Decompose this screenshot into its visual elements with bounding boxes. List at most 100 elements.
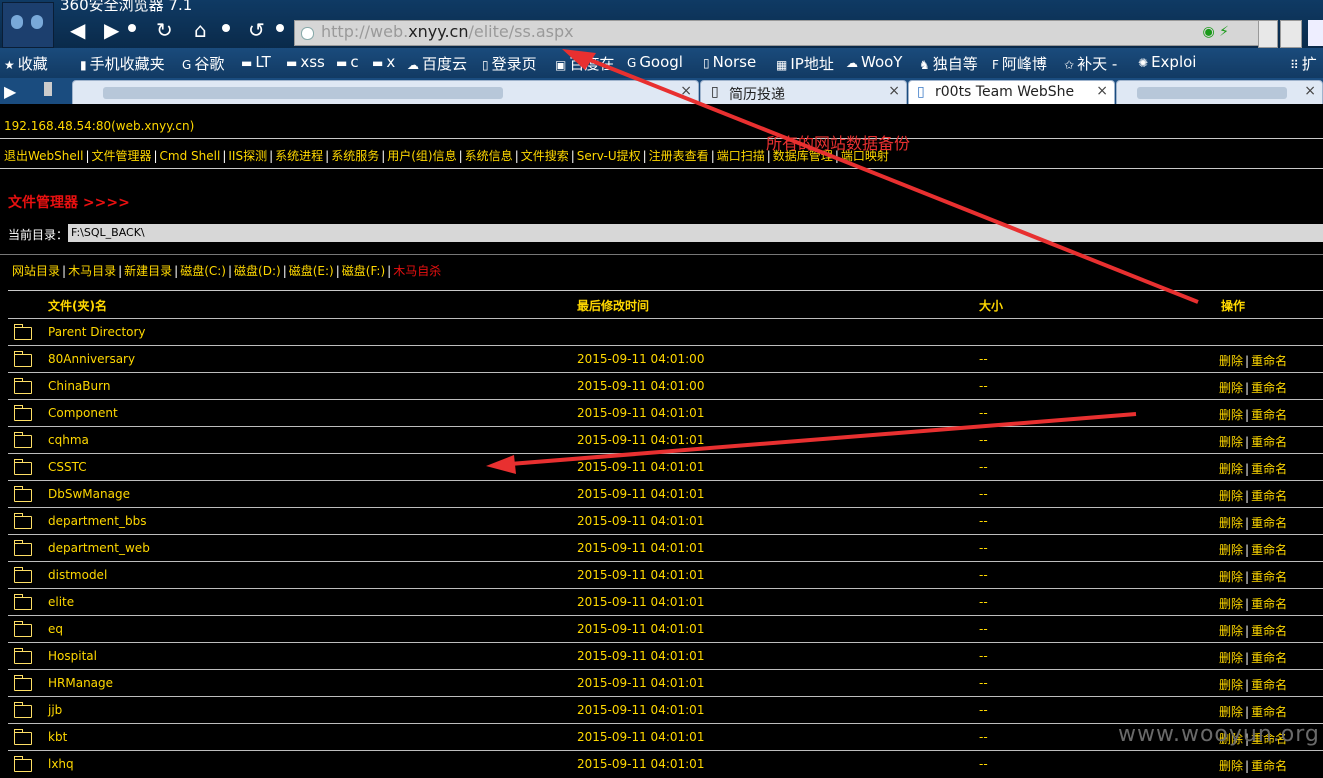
bookmark-butian[interactable]: ✩ 补天 - xyxy=(1064,53,1117,74)
bookmark-ip[interactable]: ▦ IP地址 xyxy=(776,53,834,74)
folder-name-link[interactable]: Parent Directory xyxy=(48,325,146,339)
bookmark-google[interactable]: G 谷歌 xyxy=(182,53,224,74)
self-destruct-link[interactable]: 木马自杀 xyxy=(393,264,441,278)
bookmark-x[interactable]: ▬ x xyxy=(372,53,395,71)
menu-item[interactable]: 端口扫描 xyxy=(717,149,765,163)
bookmark-exploit[interactable]: ✺ Exploi xyxy=(1138,53,1196,71)
close-icon[interactable]: × xyxy=(680,83,692,99)
bookmark-mobile[interactable]: ▮ 手机收藏夹 xyxy=(80,53,165,74)
menu-item[interactable]: 文件搜索 xyxy=(521,149,569,163)
tab-blurred-1[interactable]: × xyxy=(72,80,699,105)
bookmark-norse[interactable]: ▯ Norse xyxy=(703,53,756,71)
tab-webshell[interactable]: ▯ r00ts Team WebShe × xyxy=(908,80,1115,105)
folder-name-link[interactable]: lxhq xyxy=(48,757,74,771)
tab-list-icon[interactable] xyxy=(44,82,52,96)
undo-icon[interactable]: ↺ xyxy=(248,19,265,41)
tab-blurred-2[interactable]: × xyxy=(1116,80,1323,105)
menu-item[interactable]: 退出WebShell xyxy=(4,149,83,163)
rename-link[interactable]: 重命名 xyxy=(1251,435,1287,449)
rename-link[interactable]: 重命名 xyxy=(1251,543,1287,557)
close-icon[interactable]: × xyxy=(1096,83,1108,99)
bookmark-duzi[interactable]: ♞ 独自等 xyxy=(919,53,978,74)
folder-name-link[interactable]: department_web xyxy=(48,541,150,555)
menu-item[interactable]: 注册表查看 xyxy=(649,149,709,163)
folder-name-link[interactable]: 80Anniversary xyxy=(48,352,135,366)
folder-name-link[interactable]: Hospital xyxy=(48,649,97,663)
folder-name-link[interactable]: distmodel xyxy=(48,568,107,582)
bookmark-afeng[interactable]: F 阿峰博 xyxy=(992,53,1047,74)
folder-name-link[interactable]: cqhma xyxy=(48,433,89,447)
rename-link[interactable]: 重命名 xyxy=(1251,570,1287,584)
bookmark-lt[interactable]: ▬ LT xyxy=(241,53,271,71)
folder-name-link[interactable]: eq xyxy=(48,622,63,636)
menu-item[interactable]: 系统进程 xyxy=(275,149,323,163)
folder-name-link[interactable]: elite xyxy=(48,595,74,609)
menu-item[interactable]: 系统服务 xyxy=(331,149,379,163)
delete-link[interactable]: 删除 xyxy=(1219,705,1243,719)
quick-link[interactable]: 新建目录 xyxy=(124,264,172,278)
bookmark-baidu[interactable]: ▣ 百度在 xyxy=(555,53,614,74)
delete-link[interactable]: 删除 xyxy=(1219,435,1243,449)
delete-link[interactable]: 删除 xyxy=(1219,597,1243,611)
quick-link[interactable]: 磁盘(E:) xyxy=(289,264,334,278)
delete-link[interactable]: 删除 xyxy=(1219,624,1243,638)
quick-link[interactable]: 网站目录 xyxy=(12,264,60,278)
back-icon[interactable]: ◀ xyxy=(70,19,85,41)
forward-icon[interactable]: ▶ xyxy=(104,19,119,41)
bookmark-favorites[interactable]: ★ 收藏 xyxy=(4,53,48,74)
security-icons[interactable]: ◉ ⚡ xyxy=(1203,24,1230,40)
folder-name-link[interactable]: Component xyxy=(48,406,118,420)
home-menu-icon[interactable] xyxy=(222,24,230,32)
close-icon[interactable]: × xyxy=(888,83,900,99)
rename-link[interactable]: 重命名 xyxy=(1251,516,1287,530)
refresh-icon[interactable]: ↻ xyxy=(156,19,173,41)
delete-link[interactable]: 删除 xyxy=(1219,381,1243,395)
folder-name-link[interactable]: HRManage xyxy=(48,676,113,690)
rename-link[interactable]: 重命名 xyxy=(1251,381,1287,395)
menu-item[interactable]: Cmd Shell xyxy=(160,149,221,163)
bookmark-login[interactable]: ▯ 登录页 xyxy=(482,53,537,74)
folder-name-link[interactable]: kbt xyxy=(48,730,67,744)
undo-menu-icon[interactable] xyxy=(276,24,284,32)
menu-item[interactable]: 文件管理器 xyxy=(91,149,151,163)
rename-link[interactable]: 重命名 xyxy=(1251,489,1287,503)
quick-link[interactable]: 磁盘(D:) xyxy=(234,264,281,278)
delete-link[interactable]: 删除 xyxy=(1219,516,1243,530)
rename-link[interactable]: 重命名 xyxy=(1251,597,1287,611)
folder-name-link[interactable]: department_bbs xyxy=(48,514,146,528)
rename-link[interactable]: 重命名 xyxy=(1251,624,1287,638)
delete-link[interactable]: 删除 xyxy=(1219,408,1243,422)
quick-link[interactable]: 磁盘(C:) xyxy=(180,264,226,278)
bookmark-xss[interactable]: ▬ xss xyxy=(286,53,325,71)
folder-name-link[interactable]: DbSwManage xyxy=(48,487,130,501)
rename-link[interactable]: 重命名 xyxy=(1251,462,1287,476)
delete-link[interactable]: 删除 xyxy=(1219,678,1243,692)
bookmark-wooyun[interactable]: ☁ WooY xyxy=(846,53,902,71)
rename-link[interactable]: 重命名 xyxy=(1251,354,1287,368)
rename-link[interactable]: 重命名 xyxy=(1251,651,1287,665)
address-bar[interactable]: http://web.xnyy.cn/elite/ss.aspx ◉ ⚡ xyxy=(294,20,1260,46)
delete-link[interactable]: 删除 xyxy=(1219,543,1243,557)
go-button[interactable] xyxy=(1280,20,1302,48)
quick-link[interactable]: 木马目录 xyxy=(68,264,116,278)
folder-name-link[interactable]: ChinaBurn xyxy=(48,379,110,393)
home-icon[interactable]: ⌂ xyxy=(194,19,207,41)
bookmark-extend[interactable]: ⠿ 扩 xyxy=(1290,53,1317,74)
delete-link[interactable]: 删除 xyxy=(1219,570,1243,584)
forward-menu-icon[interactable] xyxy=(128,24,136,32)
delete-link[interactable]: 删除 xyxy=(1219,489,1243,503)
tab-resume[interactable]: ▯ 简历投递 × xyxy=(700,80,907,105)
close-icon[interactable]: × xyxy=(1304,83,1316,99)
rename-link[interactable]: 重命名 xyxy=(1251,408,1287,422)
url-text[interactable]: http://web.xnyy.cn/elite/ss.aspx xyxy=(321,22,574,41)
sidebar-toggle-icon[interactable]: ▶ xyxy=(4,82,16,101)
rename-link[interactable]: 重命名 xyxy=(1251,705,1287,719)
browser-menu-icon[interactable] xyxy=(1308,20,1323,46)
delete-link[interactable]: 删除 xyxy=(1219,759,1243,773)
menu-item[interactable]: 系统信息 xyxy=(465,149,513,163)
rename-link[interactable]: 重命名 xyxy=(1251,759,1287,773)
menu-item[interactable]: IIS探测 xyxy=(228,149,267,163)
folder-name-link[interactable]: CSSTC xyxy=(48,460,87,474)
bookmark-c[interactable]: ▬ c xyxy=(336,53,359,71)
bookmark-baiduyun[interactable]: ☁ 百度云 xyxy=(407,53,467,74)
